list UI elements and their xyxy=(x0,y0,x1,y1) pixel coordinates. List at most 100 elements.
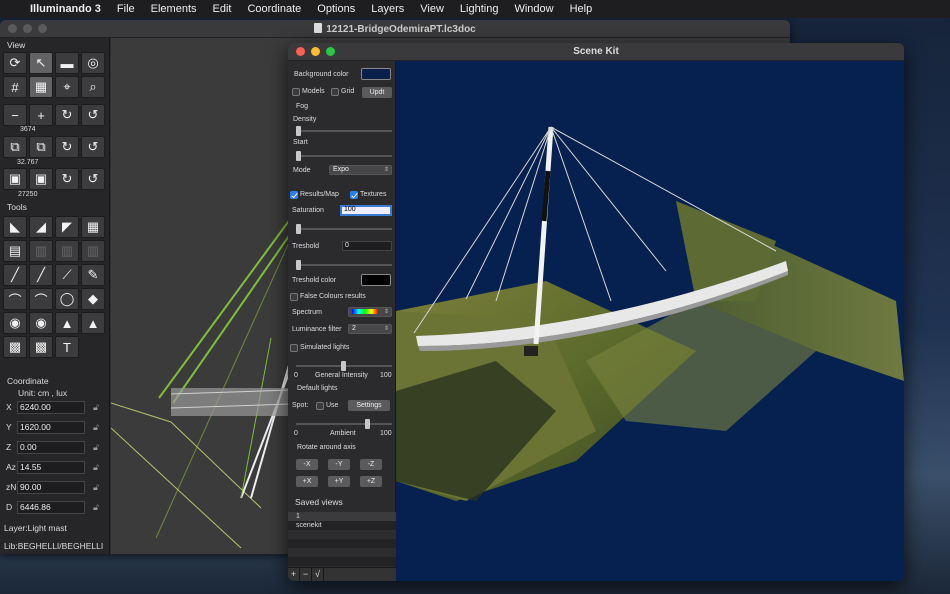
pointer-icon[interactable]: ⌖ xyxy=(55,76,79,98)
saturation-slider[interactable] xyxy=(296,224,392,234)
line-icon[interactable]: ╱ xyxy=(3,264,27,286)
table-icon[interactable]: ▦ xyxy=(81,216,105,238)
move-sun-icon[interactable]: ⟳ xyxy=(3,52,27,74)
coord-z-field[interactable]: 0.00 xyxy=(17,440,85,454)
unlock-icon[interactable]: 🔓︎ xyxy=(93,502,99,513)
coord-d-field[interactable]: 6446.86 xyxy=(17,500,85,514)
polyline-icon[interactable]: ⟋ xyxy=(55,264,79,286)
shapes-icon[interactable]: ▲ xyxy=(55,312,79,334)
grid-icon[interactable]: # xyxy=(3,76,27,98)
rotate-z-icon[interactable]: ↻ xyxy=(55,168,79,190)
rotate-y-icon[interactable]: ↻ xyxy=(55,136,79,158)
rotate-minus-x-button[interactable]: -X xyxy=(296,459,318,470)
general-intensity-knob[interactable] xyxy=(341,361,346,371)
panel-icon[interactable]: ▤ xyxy=(3,240,27,262)
treshold-color-well[interactable] xyxy=(361,274,391,286)
zoom-out-icon[interactable]: − xyxy=(3,104,27,126)
mode-select[interactable]: Expo xyxy=(329,165,392,175)
unlock-icon[interactable]: 🔓︎ xyxy=(93,422,99,433)
menu-file[interactable]: File xyxy=(109,3,143,15)
false-colours-checkbox[interactable] xyxy=(290,293,298,301)
panel-dim2-icon[interactable]: ▥ xyxy=(55,240,79,262)
grid-snap-icon[interactable]: ▦ xyxy=(29,76,53,98)
car-icon[interactable]: ▬ xyxy=(55,52,79,74)
rotate-y2-icon[interactable]: ↺ xyxy=(81,136,105,158)
select-esc-icon[interactable]: ↖ xyxy=(29,52,53,74)
zoom-in-icon[interactable]: + xyxy=(29,104,53,126)
menu-view[interactable]: View xyxy=(412,3,452,15)
menu-layers[interactable]: Layers xyxy=(363,3,412,15)
rotate-minus-y-button[interactable]: -Y xyxy=(328,459,350,470)
scene-kit-titlebar[interactable]: Scene Kit xyxy=(288,43,904,61)
scale-icon[interactable]: ⧉ xyxy=(3,136,27,158)
models-checkbox[interactable] xyxy=(292,88,300,96)
results-map-checkbox[interactable] xyxy=(290,191,298,199)
luminaire-flood-icon[interactable]: ◣ xyxy=(3,216,27,238)
panel-dim3-icon[interactable]: ▥ xyxy=(81,240,105,262)
luminaire-wide-icon[interactable]: ◢ xyxy=(29,216,53,238)
rotate-x2-icon[interactable]: ↺ xyxy=(81,104,105,126)
menu-window[interactable]: Window xyxy=(506,3,561,15)
treshold-slider-knob[interactable] xyxy=(296,260,301,270)
pen-icon[interactable]: ✎ xyxy=(81,264,105,286)
coord-x-field[interactable]: 6240.00 xyxy=(17,400,85,414)
saturation-field[interactable]: 100 xyxy=(340,205,392,216)
projector-icon[interactable]: ▩ xyxy=(3,336,27,358)
apply-view-button[interactable]: √ xyxy=(312,568,324,581)
treshold-field[interactable]: 0 xyxy=(342,241,392,251)
menu-help[interactable]: Help xyxy=(562,3,601,15)
camera-add-icon[interactable]: ▣ xyxy=(29,168,53,190)
rotate-plus-z-button[interactable]: +Z xyxy=(360,476,382,487)
coord-az-field[interactable]: 14.55 xyxy=(17,460,85,474)
target-icon[interactable]: ◎ xyxy=(81,52,105,74)
menu-edit[interactable]: Edit xyxy=(205,3,240,15)
ambient-knob[interactable] xyxy=(365,419,370,429)
fill-icon[interactable]: ◆ xyxy=(81,288,105,310)
simulated-lights-checkbox[interactable] xyxy=(290,344,298,352)
rotate-x-icon[interactable]: ↻ xyxy=(55,104,79,126)
saturation-slider-knob[interactable] xyxy=(296,224,301,234)
rotate-plus-y-button[interactable]: +Y xyxy=(328,476,350,487)
start-slider[interactable] xyxy=(296,151,392,161)
grid-checkbox[interactable] xyxy=(331,88,339,96)
rotate-minus-z-button[interactable]: -Z xyxy=(360,459,382,470)
textures-checkbox[interactable] xyxy=(350,191,358,199)
rotate-plus-x-button[interactable]: +X xyxy=(296,476,318,487)
density-slider-knob[interactable] xyxy=(296,126,301,136)
circle-icon[interactable]: ◯ xyxy=(55,288,79,310)
density-slider[interactable] xyxy=(296,126,392,136)
shapes2-icon[interactable]: ▲ xyxy=(81,312,105,334)
scene-3d-viewport[interactable] xyxy=(396,61,904,581)
background-color-well[interactable] xyxy=(361,68,391,80)
use-checkbox[interactable] xyxy=(316,402,324,410)
unlock-icon[interactable]: 🔓︎ xyxy=(93,462,99,473)
general-intensity-slider[interactable] xyxy=(296,361,392,371)
line2-icon[interactable]: ╱ xyxy=(29,264,53,286)
ambient-slider[interactable] xyxy=(296,419,392,429)
bulb2-icon[interactable]: ◉ xyxy=(29,312,53,334)
text-tool-icon[interactable]: T xyxy=(55,336,79,358)
coord-y-field[interactable]: 1620.00 xyxy=(17,420,85,434)
document-titlebar[interactable]: 12121-BridgeOdemiraPT.lc3doc xyxy=(0,20,790,38)
arc2-icon[interactable]: ⌒ xyxy=(29,288,53,310)
zoom-area-icon[interactable]: ⌕ xyxy=(81,76,105,98)
scale-duplicate-icon[interactable]: ⧉ xyxy=(29,136,53,158)
add-view-button[interactable]: + xyxy=(288,568,300,581)
settings-button[interactable]: Settings xyxy=(348,400,390,411)
saved-view-item[interactable]: scenekit xyxy=(288,521,396,530)
update-button[interactable]: Updt xyxy=(362,87,392,98)
bulb-icon[interactable]: ◉ xyxy=(3,312,27,334)
luminaire-array-icon[interactable]: ◤ xyxy=(55,216,79,238)
unlock-icon[interactable]: 🔓︎ xyxy=(93,442,99,453)
panel-dim-icon[interactable]: ▥ xyxy=(29,240,53,262)
menu-options[interactable]: Options xyxy=(309,3,363,15)
rotate-z2-icon[interactable]: ↺ xyxy=(81,168,105,190)
camera-icon[interactable]: ▣ xyxy=(3,168,27,190)
remove-view-button[interactable]: − xyxy=(300,568,312,581)
luminance-filter-select[interactable]: 2 xyxy=(348,324,392,334)
menu-lighting[interactable]: Lighting xyxy=(452,3,507,15)
unlock-icon[interactable]: 🔓︎ xyxy=(93,402,99,413)
coord-zn-field[interactable]: 90.00 xyxy=(17,480,85,494)
projector2-icon[interactable]: ▩ xyxy=(29,336,53,358)
spectrum-select[interactable] xyxy=(348,307,392,317)
